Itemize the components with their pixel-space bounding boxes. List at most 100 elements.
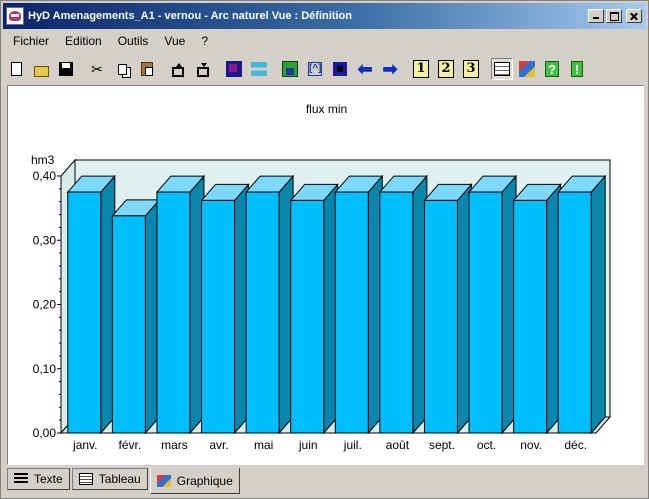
menu-help[interactable]: ?: [193, 31, 216, 51]
x-tick-label: nov.: [520, 438, 542, 452]
bar: [468, 191, 503, 434]
graph-icon: [156, 474, 171, 487]
bar: [423, 199, 458, 434]
move-up-icon: [172, 62, 184, 77]
bar: [156, 191, 191, 434]
help-button[interactable]: ?: [541, 58, 563, 80]
green-grid-icon: [282, 61, 298, 77]
view-3-icon: 3: [463, 60, 479, 78]
paste-icon: [141, 62, 153, 76]
arrow-right-button[interactable]: ➡: [379, 58, 401, 80]
bar: [290, 199, 325, 434]
y-tick-label: 0,00: [33, 426, 57, 440]
save-icon: [59, 62, 73, 76]
multi-button[interactable]: [223, 58, 245, 80]
main-window: HyD Amenagements_A1 - vernou - Arc natur…: [0, 0, 649, 499]
x-tick-label: août: [386, 438, 410, 452]
swap-icon: [251, 62, 267, 76]
move-down-button[interactable]: [192, 58, 214, 80]
graph-view-icon: [519, 61, 535, 77]
bar: [111, 215, 146, 434]
save-button[interactable]: [55, 58, 77, 80]
y-tick-label: 0,20: [33, 298, 57, 312]
y-tick-label: 0,30: [33, 233, 57, 247]
menu-bar: Fichier Edition Outils Vue ?: [5, 31, 216, 51]
x-tick-label: juin: [298, 438, 318, 452]
tab-label: Graphique: [176, 473, 233, 488]
move-down-icon: [197, 62, 209, 77]
cut-button[interactable]: ✂: [86, 58, 108, 80]
bar: [67, 191, 102, 434]
bar: [201, 199, 236, 434]
x-tick-label: mai: [254, 438, 273, 452]
app-icon[interactable]: [6, 7, 24, 25]
text-icon: [14, 473, 28, 485]
bracket-icon: [^]: [308, 62, 322, 76]
copy-button[interactable]: [111, 58, 133, 80]
maximize-button[interactable]: [606, 9, 622, 23]
bar: [245, 191, 280, 434]
x-tick-label: déc.: [564, 438, 587, 452]
view-3-button[interactable]: 3: [460, 58, 482, 80]
x-tick-label: oct.: [477, 438, 496, 452]
x-tick-label: sept.: [429, 438, 455, 452]
y-tick-label: 0,40: [33, 169, 57, 183]
cut-icon: ✂: [91, 61, 103, 77]
table-view-icon: [494, 62, 510, 76]
view-1-button[interactable]: 1: [410, 58, 432, 80]
view-2-button[interactable]: 2: [435, 58, 457, 80]
view-2-icon: 2: [438, 60, 454, 78]
menu-vue[interactable]: Vue: [156, 31, 193, 51]
arrow-right-icon: ➡: [382, 59, 398, 79]
x-tick-label: mars: [161, 438, 188, 452]
help-icon: ?: [545, 61, 559, 77]
exclamation-button[interactable]: !: [566, 58, 588, 80]
bar: [513, 199, 548, 434]
new-file-icon: [10, 62, 22, 76]
bar-chart: 0,00 0,10 0,20 0,30 0,40 hm3 janv. févr. mars avr…: [31, 153, 612, 452]
toolbar: ✂ [^] ⬅ ➡ 1 2 3 ? !: [5, 55, 644, 83]
tab-graphique[interactable]: Graphique: [149, 468, 240, 494]
move-up-button[interactable]: [167, 58, 189, 80]
close-button[interactable]: [626, 9, 642, 23]
tab-label: Texte: [34, 472, 63, 486]
multi-icon: [226, 61, 242, 77]
blue-grid-button[interactable]: [329, 58, 351, 80]
open-folder-icon: [33, 65, 49, 77]
tab-label: Tableau: [98, 472, 141, 486]
green-grid-button[interactable]: [279, 58, 301, 80]
x-tick-label: juil.: [343, 438, 362, 452]
table-icon: [78, 473, 93, 485]
tab-tableau[interactable]: Tableau: [71, 468, 148, 490]
x-tick-label: janv.: [72, 438, 97, 452]
bar: [379, 191, 414, 434]
graph-view-button[interactable]: [516, 58, 538, 80]
table-view-button[interactable]: [491, 58, 513, 80]
view-tabs: Texte Tableau Graphique: [7, 468, 242, 494]
bracket-button[interactable]: [^]: [304, 58, 326, 80]
copy-icon: [117, 63, 127, 75]
tab-texte[interactable]: Texte: [7, 468, 70, 490]
open-button[interactable]: [30, 58, 52, 80]
x-tick-label: avr.: [209, 438, 228, 452]
chart-panel: flux min 0,00 0,10 0,20 0,30 0,40 hm3 janv. fév…: [7, 85, 644, 465]
y-tick-label: 0,10: [33, 362, 57, 376]
arrow-left-icon: ⬅: [357, 59, 373, 79]
swap-button[interactable]: [248, 58, 270, 80]
bar-side: [590, 174, 606, 435]
title-bar: HyD Amenagements_A1 - vernou - Arc natur…: [3, 3, 646, 29]
paste-button[interactable]: [136, 58, 158, 80]
blue-grid-icon: [333, 62, 347, 76]
new-button[interactable]: [5, 58, 27, 80]
menu-edition[interactable]: Edition: [57, 31, 110, 51]
menu-fichier[interactable]: Fichier: [5, 31, 57, 51]
x-tick-label: févr.: [119, 438, 142, 452]
arrow-left-button[interactable]: ⬅: [354, 58, 376, 80]
bar: [334, 191, 369, 434]
exclamation-icon: !: [571, 61, 583, 77]
menu-outils[interactable]: Outils: [110, 31, 157, 51]
bar: [557, 191, 592, 434]
y-axis-label: hm3: [31, 153, 55, 167]
minimize-button[interactable]: [588, 9, 604, 23]
view-1-icon: 1: [413, 60, 429, 78]
